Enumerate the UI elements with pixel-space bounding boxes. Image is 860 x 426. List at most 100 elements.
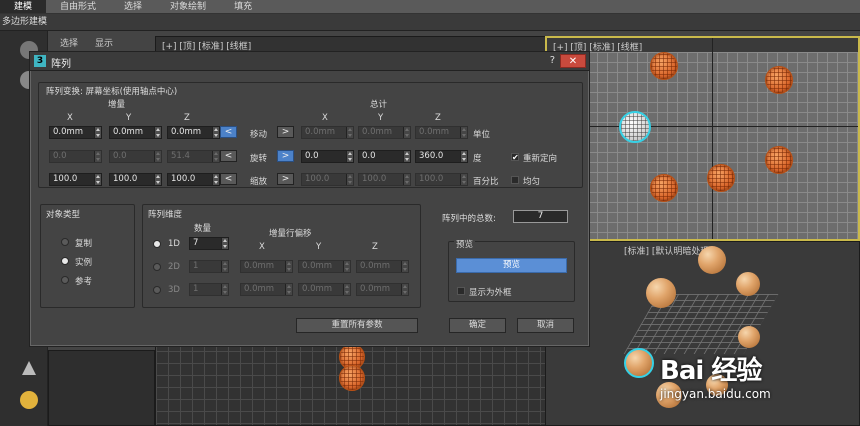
scale-left-arrow-button[interactable]: < (220, 173, 237, 185)
sphere-object[interactable] (339, 365, 365, 391)
preview-group-label: 预览 (454, 238, 476, 250)
scale-label: 缩放 (250, 177, 268, 187)
count-2d-spinner[interactable]: 1 (189, 260, 229, 273)
sphere-object[interactable] (738, 326, 760, 348)
rotate-tot-x-spinner[interactable]: 0.0 (301, 150, 354, 163)
count-3d-spinner[interactable]: 1 (189, 283, 229, 296)
scale-tot-y-spinner[interactable]: 100.0 (358, 173, 411, 186)
rotate-right-arrow-button[interactable]: > (277, 150, 294, 162)
sphere-object[interactable] (707, 164, 735, 192)
offset-3d-z-spinner[interactable]: 0.0mm (356, 283, 409, 296)
offset-z-header: Z (372, 242, 378, 252)
radio-3d[interactable] (153, 286, 161, 294)
sphere-object[interactable] (765, 146, 793, 174)
app-logo-icon: 3 (34, 55, 46, 67)
scale-inc-z-spinner[interactable]: 100.0 (167, 173, 220, 186)
total-in-array-label: 阵列中的总数: (442, 214, 496, 224)
tot-y-header: Y (378, 113, 384, 123)
cancel-button[interactable]: 取消 (517, 318, 574, 333)
dialog-titlebar[interactable]: 3 阵列 ? ✕ (30, 52, 589, 71)
scale-inc-x-spinner[interactable]: 100.0 (49, 173, 102, 186)
dim-3d-label: 3D (168, 285, 180, 295)
tab-select[interactable]: 选择 (60, 36, 78, 49)
uniform-label: 均匀 (523, 177, 541, 187)
selected-sphere[interactable] (619, 111, 651, 143)
show-as-box-checkbox[interactable] (457, 287, 465, 295)
totals-label: 总计 (370, 100, 388, 110)
ribbon-tab-object-paint[interactable]: 对象绘制 (156, 0, 220, 13)
viewport-top-right[interactable]: [+] [顶] [标准] [线框] (545, 36, 860, 241)
poly-modeling-label[interactable]: 多边形建模 (0, 17, 47, 27)
inc-x-header: X (67, 113, 73, 123)
light-icon[interactable] (20, 391, 38, 409)
rotate-tot-y-spinner[interactable]: 0.0 (358, 150, 411, 163)
command-panel-tabs: 选择 显示 (50, 36, 155, 49)
sphere-object[interactable] (650, 174, 678, 202)
offset-2d-z-spinner[interactable]: 0.0mm (356, 260, 409, 273)
offset-3d-x-spinner[interactable]: 0.0mm (240, 283, 293, 296)
row-offset-label: 增量行偏移 (269, 229, 312, 239)
radio-copy[interactable] (61, 238, 69, 246)
rotate-tot-z-spinner[interactable]: 360.0 (415, 150, 468, 163)
move-inc-y-spinner[interactable]: 0.0mm (109, 126, 162, 139)
scale-inc-y-spinner[interactable]: 100.0 (109, 173, 162, 186)
tab-display[interactable]: 显示 (95, 36, 113, 49)
show-as-box-label: 显示为外框 (469, 288, 512, 298)
selected-sphere[interactable] (624, 348, 654, 378)
count-1d-spinner[interactable]: 7 (189, 237, 229, 250)
scale-tot-x-spinner[interactable]: 100.0 (301, 173, 354, 186)
sphere-object[interactable] (736, 272, 760, 296)
ribbon-tab-selection[interactable]: 选择 (110, 0, 156, 13)
rotate-inc-x-spinner[interactable]: 0.0 (49, 150, 102, 163)
ribbon-tab-populate[interactable]: 填充 (220, 0, 266, 13)
watermark-brand: Bai 经验 (660, 356, 762, 386)
move-label: 移动 (250, 130, 268, 140)
move-unit-label: 单位 (473, 130, 491, 140)
reorient-checkbox[interactable]: ✔ (511, 153, 519, 162)
ribbon-tab-modeling[interactable]: 建模 (0, 0, 47, 13)
inc-y-header: Y (126, 113, 132, 123)
help-button[interactable]: ? (550, 55, 555, 66)
ribbon-tabs: 建模 自由形式 选择 对象绘制 填充 (0, 0, 860, 14)
rotate-left-arrow-button[interactable]: < (220, 150, 237, 162)
offset-y-header: Y (316, 242, 322, 252)
baidu-watermark: Bai 经验 jingyan.baidu.com (660, 350, 771, 401)
cone-icon[interactable] (22, 361, 36, 375)
move-tot-x-spinner[interactable]: 0.0mm (301, 126, 354, 139)
radio-2d[interactable] (153, 263, 161, 271)
dim-1d-label: 1D (168, 239, 180, 249)
preview-button[interactable]: 预览 (456, 258, 567, 273)
rotate-unit-label: 度 (473, 154, 482, 164)
close-button[interactable]: ✕ (560, 54, 586, 68)
radio-instance[interactable] (61, 257, 69, 265)
move-tot-y-spinner[interactable]: 0.0mm (358, 126, 411, 139)
sphere-object[interactable] (646, 278, 676, 308)
rotate-inc-y-spinner[interactable]: 0.0 (109, 150, 162, 163)
move-inc-x-spinner[interactable]: 0.0mm (49, 126, 102, 139)
ribbon-tab-freeform[interactable]: 自由形式 (46, 0, 110, 13)
object-type-copy-label: 复制 (75, 239, 93, 249)
viewport-bottom-left[interactable] (48, 350, 155, 426)
offset-2d-x-spinner[interactable]: 0.0mm (240, 260, 293, 273)
inc-z-header: Z (184, 113, 190, 123)
uniform-checkbox[interactable] (511, 176, 519, 184)
sphere-object[interactable] (650, 52, 678, 80)
ok-button[interactable]: 确定 (449, 318, 506, 333)
scale-tot-z-spinner[interactable]: 100.0 (415, 173, 468, 186)
move-left-arrow-button[interactable]: < (220, 126, 237, 138)
offset-2d-y-spinner[interactable]: 0.0mm (298, 260, 351, 273)
radio-1d[interactable] (153, 240, 161, 248)
move-right-arrow-button[interactable]: > (277, 126, 294, 138)
offset-3d-y-spinner[interactable]: 0.0mm (298, 283, 351, 296)
total-in-array-value: 7 (513, 210, 568, 223)
move-tot-z-spinner[interactable]: 0.0mm (415, 126, 468, 139)
radio-reference[interactable] (61, 276, 69, 284)
sphere-object[interactable] (698, 246, 726, 274)
grid-axis-line (712, 38, 713, 239)
reorient-label: 重新定向 (523, 154, 558, 164)
sphere-object[interactable] (765, 66, 793, 94)
scale-right-arrow-button[interactable]: > (277, 173, 294, 185)
reset-all-parameters-button[interactable]: 重置所有参数 (296, 318, 418, 333)
move-inc-z-spinner[interactable]: 0.0mm (167, 126, 220, 139)
rotate-inc-z-spinner[interactable]: 51.4 (167, 150, 220, 163)
